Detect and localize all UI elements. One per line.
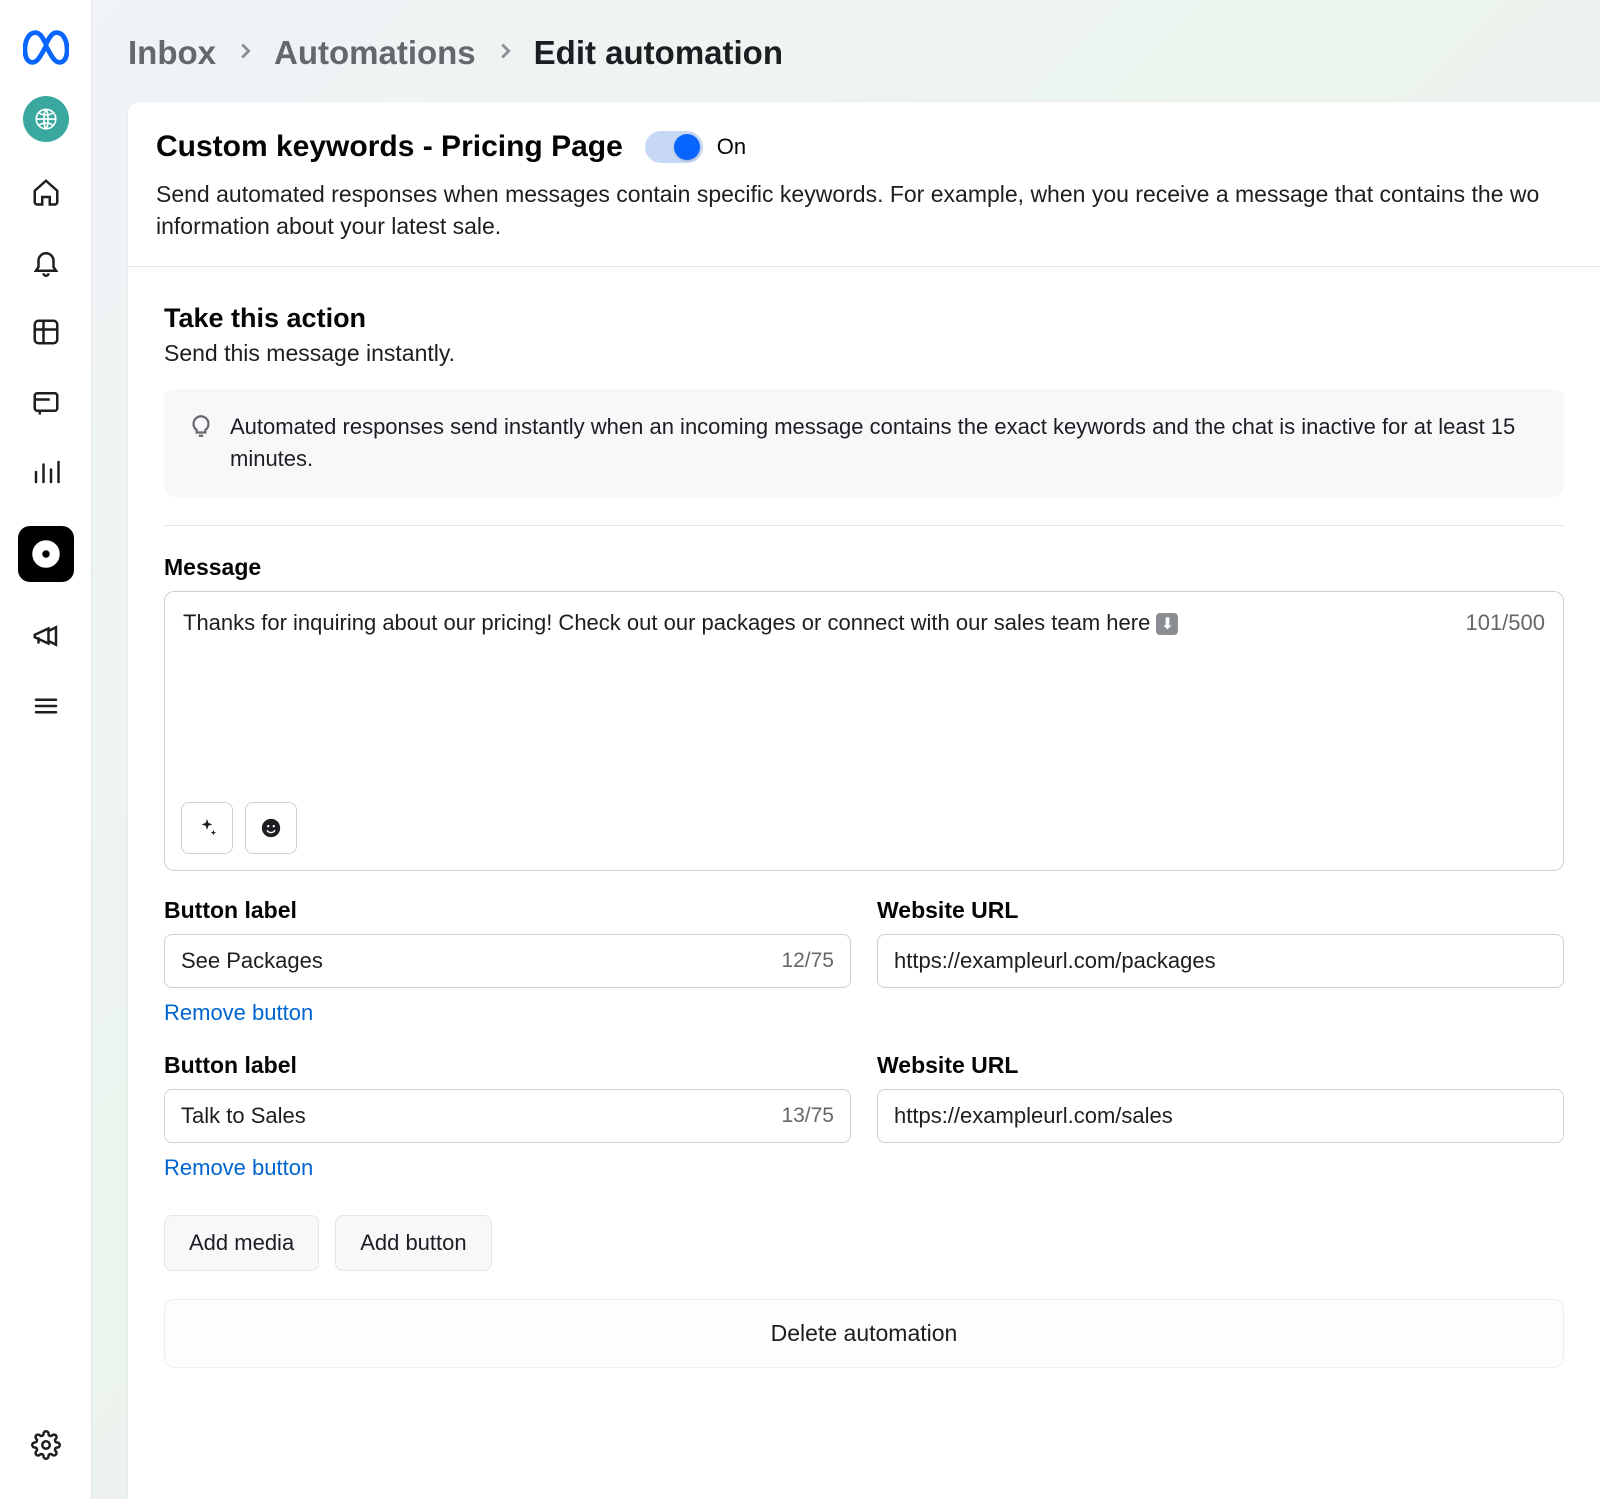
bell-icon[interactable] (30, 246, 62, 278)
main-area: Inbox Automations Edit automation Custom… (92, 0, 1600, 1499)
menu-icon[interactable] (30, 690, 62, 722)
megaphone-icon[interactable] (30, 620, 62, 652)
breadcrumb: Inbox Automations Edit automation (92, 0, 1600, 102)
message-char-count: 101/500 (1465, 610, 1545, 636)
left-nav-rail (0, 0, 92, 1499)
divider (164, 525, 1564, 526)
chevron-right-icon (234, 40, 256, 67)
website-url-input-1[interactable] (877, 934, 1564, 988)
panel-description: Send automated responses when messages c… (156, 178, 1572, 242)
arrow-down-emoji-icon: ⬇ (1156, 613, 1178, 635)
grid-icon[interactable] (30, 316, 62, 348)
message-editor[interactable]: Thanks for inquiring about our pricing! … (164, 591, 1564, 871)
website-url-input-2[interactable] (877, 1089, 1564, 1143)
meta-logo[interactable] (23, 24, 69, 70)
info-banner: Automated responses send instantly when … (164, 389, 1564, 497)
remove-button-link-1[interactable]: Remove button (164, 1000, 851, 1026)
action-heading: Take this action (164, 303, 1564, 334)
chevron-right-icon (494, 40, 516, 67)
breadcrumb-automations[interactable]: Automations (274, 34, 476, 72)
remove-button-link-2[interactable]: Remove button (164, 1155, 851, 1181)
button-label-count: 13/75 (781, 1104, 834, 1128)
button-label-field[interactable] (181, 948, 773, 974)
nav-icon-list (18, 176, 74, 722)
automation-panel: Custom keywords - Pricing Page On Send a… (128, 102, 1600, 1499)
add-media-button[interactable]: Add media (164, 1215, 319, 1271)
button-label-count: 12/75 (781, 949, 834, 973)
button-label-title: Button label (164, 1052, 851, 1079)
page-title: Custom keywords - Pricing Page (156, 130, 623, 164)
button-label-input-1[interactable]: 12/75 (164, 934, 851, 988)
website-url-title: Website URL (877, 1052, 1564, 1079)
breadcrumb-inbox[interactable]: Inbox (128, 34, 216, 72)
ai-sparkle-button[interactable] (181, 802, 233, 854)
button-label-input-2[interactable]: 13/75 (164, 1089, 851, 1143)
website-url-field[interactable] (894, 948, 1547, 974)
home-icon[interactable] (30, 176, 62, 208)
post-icon[interactable] (30, 386, 62, 418)
message-text[interactable]: Thanks for inquiring about our pricing! … (183, 610, 1178, 635)
panel-header: Custom keywords - Pricing Page On Send a… (128, 102, 1600, 267)
bar-chart-icon[interactable] (30, 456, 62, 488)
button-label-title: Button label (164, 897, 851, 924)
workspace-avatar[interactable] (23, 96, 69, 142)
info-text: Automated responses send instantly when … (230, 411, 1540, 475)
add-button-button[interactable]: Add button (335, 1215, 491, 1271)
website-url-field[interactable] (894, 1103, 1547, 1129)
settings-icon[interactable] (30, 1429, 62, 1461)
delete-automation-button[interactable]: Delete automation (164, 1299, 1564, 1368)
website-url-title: Website URL (877, 897, 1564, 924)
breadcrumb-current: Edit automation (534, 34, 783, 72)
status-toggle[interactable] (645, 131, 703, 163)
lightbulb-icon (188, 413, 214, 439)
action-subheading: Send this message instantly. (164, 340, 1564, 367)
message-label: Message (164, 554, 1564, 581)
toggle-label: On (717, 134, 746, 160)
inbox-icon[interactable] (18, 526, 74, 582)
button-label-field[interactable] (181, 1103, 773, 1129)
emoji-button[interactable] (245, 802, 297, 854)
